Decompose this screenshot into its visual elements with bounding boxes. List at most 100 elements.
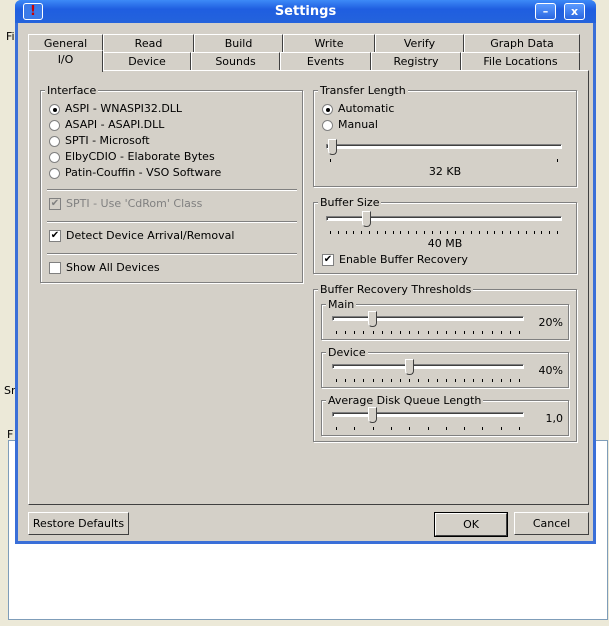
- checkbox-icon: ✔: [49, 230, 61, 242]
- slider-thumb[interactable]: [328, 139, 337, 155]
- divider: [47, 221, 297, 223]
- slider-tick: [487, 231, 488, 234]
- slider-tick: [346, 231, 347, 234]
- slider-tick: [361, 231, 362, 234]
- slider-thumb[interactable]: [368, 311, 377, 327]
- slider-tick: [418, 331, 419, 334]
- slider-tick: [393, 231, 394, 234]
- interface-option[interactable]: ASAPI - ASAPI.DLL: [49, 118, 164, 131]
- slider-tick: [354, 379, 355, 382]
- enable-buffer-recovery-label: Enable Buffer Recovery: [339, 253, 468, 266]
- slider-tick: [428, 427, 429, 430]
- detect-arrival-checkbox[interactable]: ✔ Detect Device Arrival/Removal: [49, 229, 234, 242]
- ok-button[interactable]: OK: [434, 512, 508, 537]
- slider-tick: [510, 379, 511, 382]
- tab-verify[interactable]: Verify: [375, 34, 464, 53]
- slider-tick: [455, 231, 456, 234]
- interface-option[interactable]: ASPI - WNASPI32.DLL: [49, 102, 182, 115]
- slider-tick: [549, 231, 550, 234]
- slider-tick: [464, 427, 465, 430]
- slider-tick: [518, 231, 519, 234]
- show-all-devices-checkbox[interactable]: Show All Devices: [49, 261, 160, 274]
- threshold-queue-group: Average Disk Queue Length 1,0: [321, 394, 569, 436]
- interface-option-label: ASAPI - ASAPI.DLL: [65, 118, 165, 131]
- tab-registry[interactable]: Registry: [371, 52, 461, 71]
- interface-option[interactable]: ElbyCDIO - Elaborate Bytes: [49, 150, 215, 163]
- interface-option-label: SPTI - Microsoft: [65, 134, 150, 147]
- automatic-label: Automatic: [338, 102, 395, 115]
- tab-read[interactable]: Read: [103, 34, 194, 53]
- slider-tick: [354, 331, 355, 334]
- tab-build[interactable]: Build: [194, 34, 283, 53]
- slider-track: [332, 412, 524, 417]
- buffer-size-label: Buffer Size: [318, 196, 382, 209]
- slider-track: [332, 316, 524, 321]
- slider-tick: [409, 427, 410, 430]
- tab-file-locations[interactable]: File Locations: [461, 52, 580, 71]
- slider-thumb[interactable]: [368, 407, 377, 423]
- slider-tick: [463, 231, 464, 234]
- slider-tick: [437, 331, 438, 334]
- slider-tick: [373, 427, 374, 430]
- title-bar: Settings ! – x: [15, 0, 596, 23]
- settings-dialog: Settings ! – x General Read Build Write Veri…: [15, 0, 596, 544]
- interface-option[interactable]: SPTI - Microsoft: [49, 134, 150, 147]
- slider-tick: [377, 231, 378, 234]
- slider-tick: [437, 379, 438, 382]
- slider-tick: [541, 231, 542, 234]
- threshold-device-group: Device 40%: [321, 346, 569, 388]
- radio-icon: [49, 135, 60, 147]
- slider-tick: [446, 379, 447, 382]
- transfer-length-value: 32 KB: [428, 165, 462, 178]
- tab-events[interactable]: Events: [280, 52, 371, 71]
- slider-tick: [391, 331, 392, 334]
- slider-tick: [369, 231, 370, 234]
- buffer-size-group: Buffer Size 40 MB ✔ Enable Buffer Recover…: [313, 196, 577, 274]
- divider: [47, 253, 297, 255]
- slider-tick: [519, 379, 520, 382]
- slider-tick: [400, 331, 401, 334]
- tab-write[interactable]: Write: [283, 34, 375, 53]
- interface-group: Interface ASPI - WNASPI32.DLL ASAPI - ASA…: [40, 84, 303, 283]
- threshold-label: Device: [326, 346, 368, 359]
- slider-tick: [510, 231, 511, 234]
- radio-icon: [49, 167, 60, 179]
- enable-buffer-recovery-checkbox[interactable]: ✔ Enable Buffer Recovery: [322, 253, 468, 266]
- slider-tick: [336, 379, 337, 382]
- slider-tick: [363, 331, 364, 334]
- slider-tick: [557, 231, 558, 234]
- minimize-button[interactable]: –: [535, 3, 556, 20]
- slider-tick: [424, 231, 425, 234]
- show-all-devices-label: Show All Devices: [66, 261, 160, 274]
- slider-tick: [330, 231, 331, 234]
- automatic-radio[interactable]: Automatic: [322, 102, 394, 115]
- close-button[interactable]: x: [564, 3, 585, 20]
- slider-tick: [373, 379, 374, 382]
- tab-device[interactable]: Device: [103, 52, 191, 71]
- slider-tick: [345, 379, 346, 382]
- restore-defaults-button[interactable]: Restore Defaults: [28, 512, 129, 535]
- slider-tick: [482, 331, 483, 334]
- manual-label: Manual: [338, 118, 378, 131]
- divider: [47, 189, 297, 191]
- slider-tick: [464, 331, 465, 334]
- cancel-button[interactable]: Cancel: [514, 512, 589, 535]
- slider-tick: [482, 379, 483, 382]
- checkbox-icon: [49, 262, 61, 274]
- app-icon[interactable]: !: [23, 3, 43, 20]
- slider-tick: [408, 231, 409, 234]
- slider-tick: [473, 331, 474, 334]
- interface-option-label: ElbyCDIO - Elaborate Bytes: [65, 150, 215, 163]
- manual-radio[interactable]: Manual: [322, 118, 378, 131]
- slider-tick: [336, 331, 337, 334]
- tab-i-o[interactable]: I/O: [28, 50, 103, 72]
- interface-option[interactable]: Patin-Couffin - VSO Software: [49, 166, 221, 179]
- radio-icon: [49, 103, 60, 115]
- slider-tick: [363, 379, 364, 382]
- tab-graph-data[interactable]: Graph Data: [464, 34, 580, 53]
- slider-thumb[interactable]: [362, 211, 371, 227]
- tab-sounds[interactable]: Sounds: [191, 52, 280, 71]
- slider-tick: [464, 379, 465, 382]
- slider-thumb[interactable]: [405, 359, 414, 375]
- buffer-size-value: 40 MB: [427, 237, 463, 250]
